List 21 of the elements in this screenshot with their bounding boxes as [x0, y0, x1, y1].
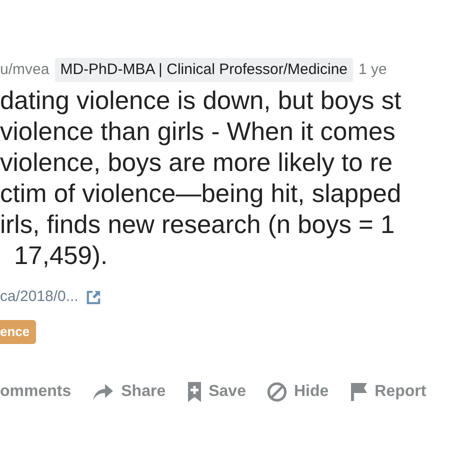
post-title-line: ctim of violence—being hit, slapped — [0, 179, 402, 210]
share-button[interactable]: Share — [92, 380, 166, 404]
report-button[interactable]: Report — [350, 380, 426, 404]
post-title-line: 17,459). — [13, 241, 108, 272]
author-link[interactable]: u/mvea — [0, 58, 50, 82]
comments-button[interactable]: omments — [0, 380, 72, 404]
post-title-line: irls, finds new research (n boys = 1 — [0, 210, 395, 241]
external-link-icon[interactable] — [86, 290, 102, 305]
post-title-line: violence than girls - When it comes — [0, 117, 396, 148]
author-flair: MD-PhD-MBA | Clinical Professor/Medicine — [55, 58, 353, 82]
post-title-line: dating violence is down, but boys st — [0, 86, 402, 117]
hide-icon — [266, 382, 287, 402]
hide-button[interactable]: Hide — [266, 380, 329, 404]
flag-icon — [350, 382, 368, 402]
save-button[interactable]: Save — [186, 380, 246, 404]
bookmark-icon — [186, 381, 202, 403]
share-icon — [92, 383, 114, 401]
post-title-line: violence, boys are more likely to re — [0, 148, 393, 179]
post-time: 1 ye — [358, 60, 387, 80]
post-flair: ence — [0, 320, 36, 344]
post-link[interactable]: ca/2018/0... — [0, 286, 78, 308]
